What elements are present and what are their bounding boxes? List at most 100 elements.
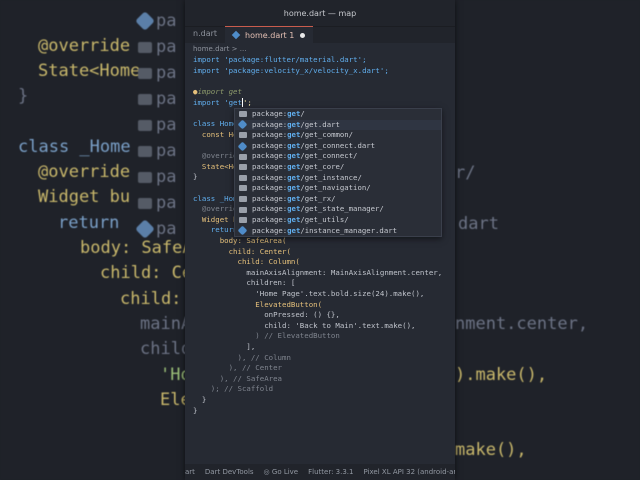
autocomplete-item[interactable]: package: get/get_connect/ [235, 151, 441, 162]
status-item-golive[interactable]: ◎ Go Live [264, 468, 299, 476]
code-line: onPressed: () {}, [193, 310, 340, 320]
code-line: mainAxisAlignment: MainAxisAlignment.cen… [193, 267, 443, 277]
bg-text: ).make(), [455, 365, 548, 385]
bg-text: mainA [140, 314, 192, 334]
broadcast-icon: ◎ [263, 468, 272, 476]
bg-text: pa [135, 11, 176, 31]
autocomplete-item-text: package: [252, 151, 288, 161]
autocomplete-item[interactable]: package: get/get_utils/ [235, 215, 441, 226]
autocomplete-item-text: package: [252, 161, 288, 171]
code-line: } [193, 405, 198, 415]
autocomplete-item[interactable]: package: get / [235, 109, 441, 120]
bg-text: } [18, 86, 29, 106]
autocomplete-item-text: package: [252, 214, 288, 224]
bg-text: nment.center, [455, 314, 589, 334]
autocomplete-item-text: /get_utils/ [300, 214, 349, 224]
bg-text: @override [38, 162, 131, 182]
folder-icon [239, 206, 247, 213]
folder-icon [239, 132, 247, 139]
autocomplete-item-text: package: [252, 140, 288, 150]
autocomplete-item-text: /get_navigation/ [300, 183, 371, 193]
code-line: return [193, 225, 238, 235]
code-line: 'Home Page'.text.bold.size(24).make(), [193, 289, 425, 298]
code-line: children: [ [193, 278, 296, 288]
bg-text: State<Home [38, 61, 141, 81]
code-line: class Home [193, 119, 238, 128]
folder-icon [239, 185, 247, 192]
autocomplete-item-text: get [287, 193, 301, 203]
autocomplete-item[interactable]: package: get/get_core/ [235, 162, 441, 173]
autocomplete-item[interactable]: package: get/get_connect.dart [235, 141, 441, 152]
code-line: ), // SafeArea [193, 373, 282, 383]
autocomplete-item[interactable]: package: get/get_common/ [235, 130, 441, 141]
status-item-device[interactable]: Pixel XL API 32 (android-arm [363, 468, 455, 476]
bg-text: pa [135, 219, 176, 239]
code-line-active: import 'get'; [193, 97, 252, 107]
bg-text: pa [138, 89, 176, 109]
autocomplete-item-text: package: [252, 193, 288, 203]
bg-text: pa [138, 37, 176, 57]
bg-text: return [58, 213, 120, 233]
autocomplete-item-text: get [287, 225, 301, 235]
tab-label: n.dart [193, 29, 218, 38]
tab-label: home.dart 1 [245, 30, 295, 40]
autocomplete-item-text: /get_connect.dart [300, 140, 376, 150]
code-editor-window: home.dart — map n.dart home.dart 1 home.… [185, 0, 455, 480]
autocomplete-item[interactable]: package: get/get.dart [235, 119, 441, 131]
window-title: home.dart — map [283, 8, 357, 18]
code-line: import 'package:velocity_x/velocity_x.da… [193, 65, 389, 75]
bg-text: child: [120, 289, 182, 309]
autocomplete-item-text: /get_connect/ [300, 151, 358, 161]
tab-bar: n.dart home.dart 1 [185, 26, 455, 43]
bg-text: child [140, 339, 192, 359]
import-suggestion-hint[interactable]: ●import get [193, 87, 242, 98]
status-item-devtools[interactable]: Dart DevTools [205, 468, 254, 476]
dart-file-icon [237, 119, 248, 130]
tab-main-dart[interactable]: n.dart [185, 27, 225, 43]
autocomplete-item-text: /get_instance/ [300, 172, 362, 182]
autocomplete-item-text: get [287, 151, 301, 161]
breadcrumb[interactable]: home.dart > ... [185, 43, 455, 55]
unsaved-dot-icon[interactable] [300, 32, 306, 38]
autocomplete-item-text: package: [252, 225, 288, 235]
bg-text: Widget bu [38, 187, 131, 207]
code-line: } [193, 172, 198, 182]
autocomplete-item[interactable]: package: get/get_rx/ [235, 194, 441, 205]
bg-text: child: Ce [100, 263, 193, 283]
autocomplete-item-text: /get.dart [300, 119, 340, 129]
bg-text: make(), [455, 440, 527, 460]
tab-home-dart[interactable]: home.dart 1 [225, 26, 314, 43]
bg-text: pa [138, 141, 176, 161]
code-line: ElevatedButton( [193, 299, 323, 309]
code-line: ) // ElevatedButton [193, 331, 340, 341]
code-line: body: SafeArea( [193, 236, 287, 245]
autocomplete-item-text: / [300, 109, 305, 118]
dart-file-icon [237, 141, 248, 152]
autocomplete-item[interactable]: package: get/instance_manager.dart [235, 226, 441, 237]
autocomplete-item-text: get [287, 119, 301, 129]
autocomplete-item[interactable]: package: get/get_state_manager/ [235, 204, 441, 215]
status-bar: art Dart DevTools ◎ Go Live Flutter: 3.3… [185, 464, 455, 480]
bg-text: pa [138, 115, 176, 135]
autocomplete-item[interactable]: package: get/get_navigation/ [235, 183, 441, 194]
folder-icon [239, 217, 247, 224]
autocomplete-item-text: package: [252, 204, 288, 214]
folder-icon [239, 153, 247, 160]
window-titlebar: home.dart — map [185, 0, 455, 27]
autocomplete-item-text: get [287, 130, 301, 140]
status-item-flutter-version[interactable]: Flutter: 3.3.1 [308, 468, 353, 476]
autocomplete-item-text: package: [252, 119, 288, 129]
folder-icon [239, 111, 247, 118]
status-item-language[interactable]: art [185, 468, 195, 476]
folder-icon [239, 174, 247, 181]
autocomplete-item-text: get [287, 109, 301, 118]
autocomplete-item-text: package: [252, 183, 288, 193]
code-line: import 'package:flutter/material.dart'; [193, 55, 367, 64]
autocomplete-item-text: get [287, 183, 301, 193]
autocomplete-item[interactable]: package: get/get_instance/ [235, 173, 441, 184]
bg-text: r/ [455, 163, 476, 183]
bg-text: pa [138, 63, 176, 83]
autocomplete-item-text: /instance_manager.dart [300, 225, 397, 235]
folder-icon [239, 196, 247, 203]
autocomplete-item-text: package: [252, 172, 288, 182]
